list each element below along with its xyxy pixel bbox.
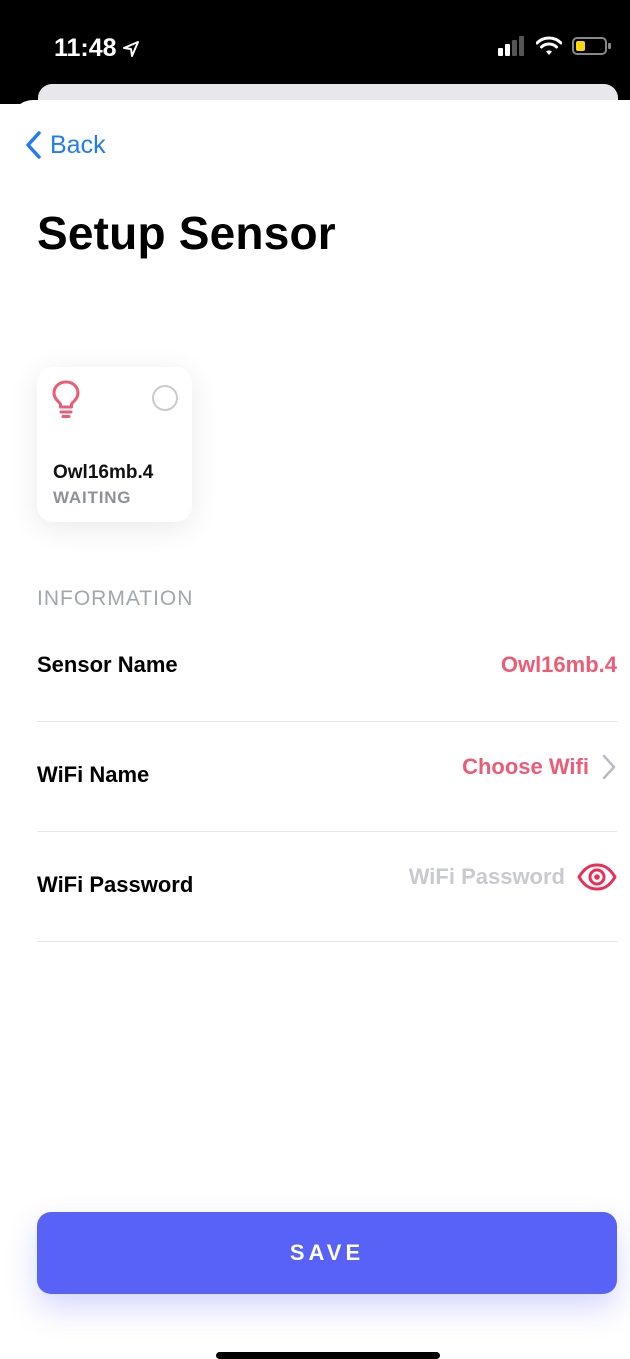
wifi-password-field	[375, 862, 617, 892]
time-text: 11:48	[54, 34, 117, 62]
eye-icon[interactable]	[577, 862, 617, 892]
selection-radio[interactable]	[152, 385, 178, 411]
sensor-name-value[interactable]: Owl16mb.4	[501, 652, 617, 678]
wifi-icon	[536, 36, 562, 55]
status-icons	[498, 36, 612, 56]
wifi-password-input[interactable]	[375, 864, 565, 890]
page-title: Setup Sensor	[37, 207, 336, 259]
row-wifi-password: WiFi Password	[37, 832, 617, 942]
cellular-signal-icon	[498, 36, 524, 56]
lightbulb-icon	[52, 380, 80, 418]
row-sensor-name[interactable]: Sensor Name Owl16mb.4	[37, 612, 617, 722]
back-label: Back	[50, 130, 106, 159]
wifi-chooser[interactable]: Choose Wifi	[462, 752, 617, 782]
wifi-password-label: WiFi Password	[37, 872, 194, 897]
back-button[interactable]: Back	[24, 130, 106, 160]
sensor-card[interactable]: Owl16mb.4 WAITING	[37, 367, 192, 522]
location-arrow-icon	[122, 40, 139, 57]
chevron-right-icon	[602, 754, 616, 780]
row-wifi-name[interactable]: WiFi Name Choose Wifi	[37, 722, 617, 832]
section-title-information: INFORMATION	[37, 587, 194, 610]
wifi-name-label: WiFi Name	[37, 762, 150, 787]
home-indicator	[216, 1352, 440, 1359]
status-time: 11:48	[54, 34, 139, 63]
wifi-name-value: Choose Wifi	[462, 754, 589, 779]
chevron-left-icon	[26, 131, 41, 159]
battery-icon	[572, 37, 611, 55]
save-button[interactable]: SAVE	[37, 1212, 617, 1294]
sensor-card-name: Owl16mb.4	[53, 462, 154, 483]
sensor-name-label: Sensor Name	[37, 652, 178, 677]
sensor-card-status: WAITING	[53, 488, 132, 507]
